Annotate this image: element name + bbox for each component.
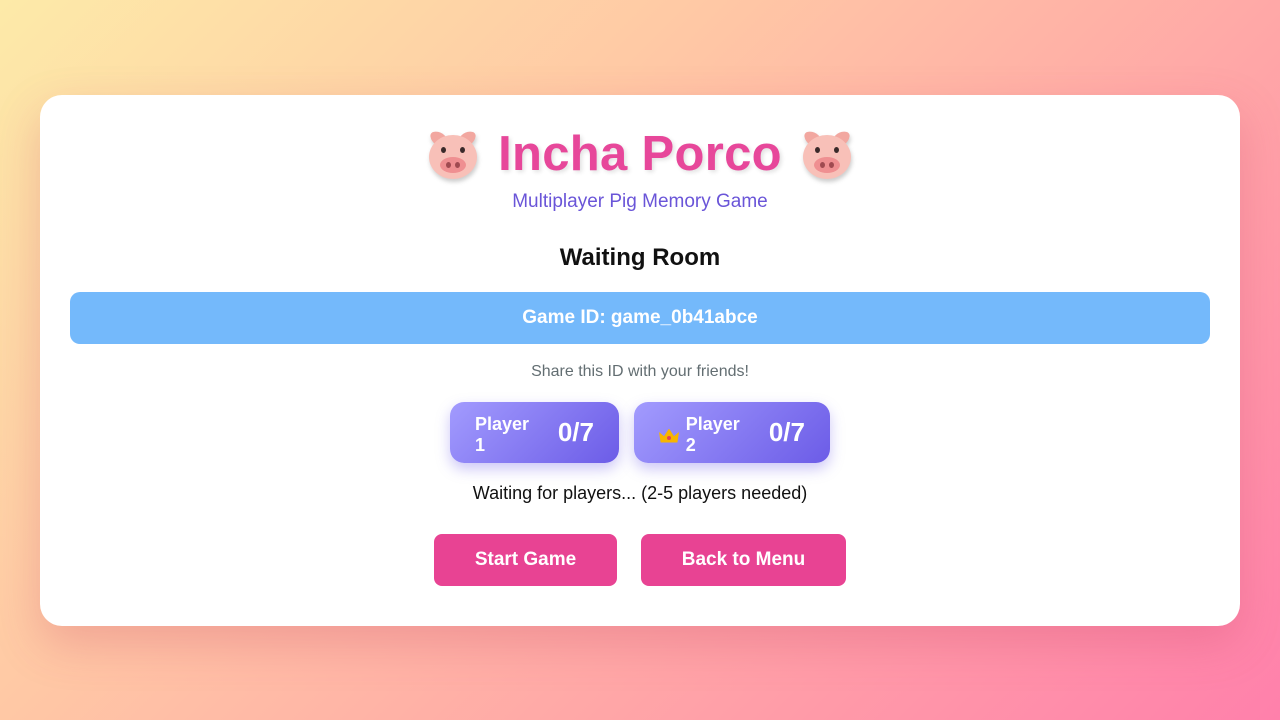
app-title: Incha Porco [498,127,782,181]
player-card: Player 2 0/7 [634,402,830,463]
player-score: 0/7 [557,417,594,447]
action-buttons: Start Game Back to Menu [0,534,1280,586]
waiting-room-title: Waiting Room [559,244,721,271]
share-hint: Share this ID with your friends! [531,363,749,380]
game-id-banner: Game ID: game_0b41abce [70,292,1210,344]
crown-icon [659,427,679,443]
pig-face-icon [426,127,480,181]
player-name: Player 2 [685,413,740,455]
app-subtitle: Multiplayer Pig Memory Game [512,191,768,212]
player-name: Player 1 [475,413,530,455]
start-game-button[interactable]: Start Game [434,534,617,586]
waiting-status: Waiting for players... (2-5 players need… [472,483,808,503]
game-id-text: Game ID: game_0b41abce [522,307,758,328]
player-card: Player 1 0/7 [450,402,619,463]
player-score: 0/7 [768,417,805,447]
pig-face-icon [800,127,854,181]
back-to-menu-button[interactable]: Back to Menu [641,534,846,586]
app-header: Incha Porco [0,122,1280,186]
player-list: Player 1 0/7 Player 2 0/7 [0,402,1280,463]
